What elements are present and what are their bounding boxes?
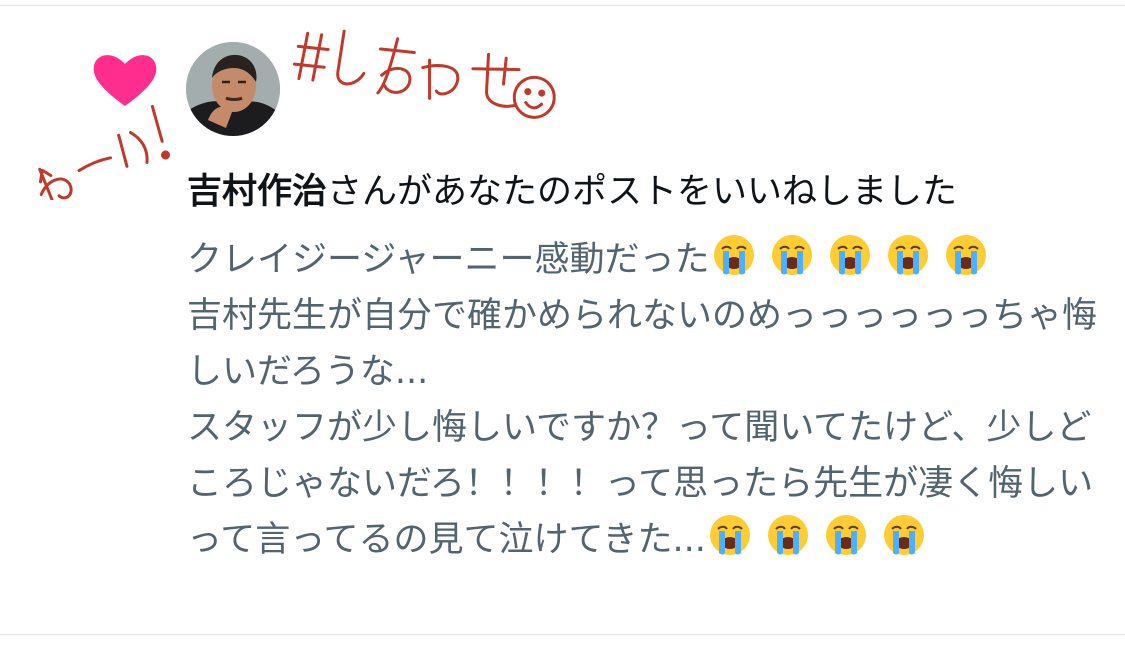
loudly-crying-face-icon <box>767 515 808 555</box>
post-text[interactable]: クレイジージャーニー感動だった 吉村先生が自分で確かめられないのめっっっっっっち… <box>187 232 1097 568</box>
emoji-row-2 <box>708 513 926 557</box>
post-paragraph-3: スタッフが少し悔しいですか？って聞いてたけど、少しどころじゃないだろ！！！！って… <box>187 408 1094 560</box>
like-notification-text: 吉村作治さんがあなたのポストをいいねしました <box>187 168 1107 216</box>
post-paragraph-2: 吉村先生が自分で確かめられないのめっっっっっっちゃ悔しいだろうな... <box>187 296 1098 392</box>
wai-sticker <box>38 104 171 200</box>
liker-name[interactable]: 吉村作治 <box>187 172 327 212</box>
loudly-crying-face-icon <box>883 515 924 555</box>
loudly-crying-face-icon <box>771 235 812 275</box>
notification-action: さんがあなたのポストをいいねしました <box>327 172 958 212</box>
avatar[interactable] <box>186 42 280 136</box>
bottom-divider <box>0 634 1125 635</box>
loudly-crying-face-icon <box>945 235 986 275</box>
post-line-1: クレイジージャーニー感動だった <box>187 240 710 280</box>
loudly-crying-face-icon <box>825 515 866 555</box>
loudly-crying-face-icon <box>709 515 750 555</box>
hashtag-sticker <box>292 29 556 119</box>
avatar-portrait <box>186 42 280 136</box>
top-divider <box>0 5 1125 6</box>
loudly-crying-face-icon <box>887 235 928 275</box>
loudly-crying-face-icon <box>829 235 870 275</box>
loudly-crying-face-icon <box>713 235 754 275</box>
emoji-row-1 <box>712 233 988 277</box>
